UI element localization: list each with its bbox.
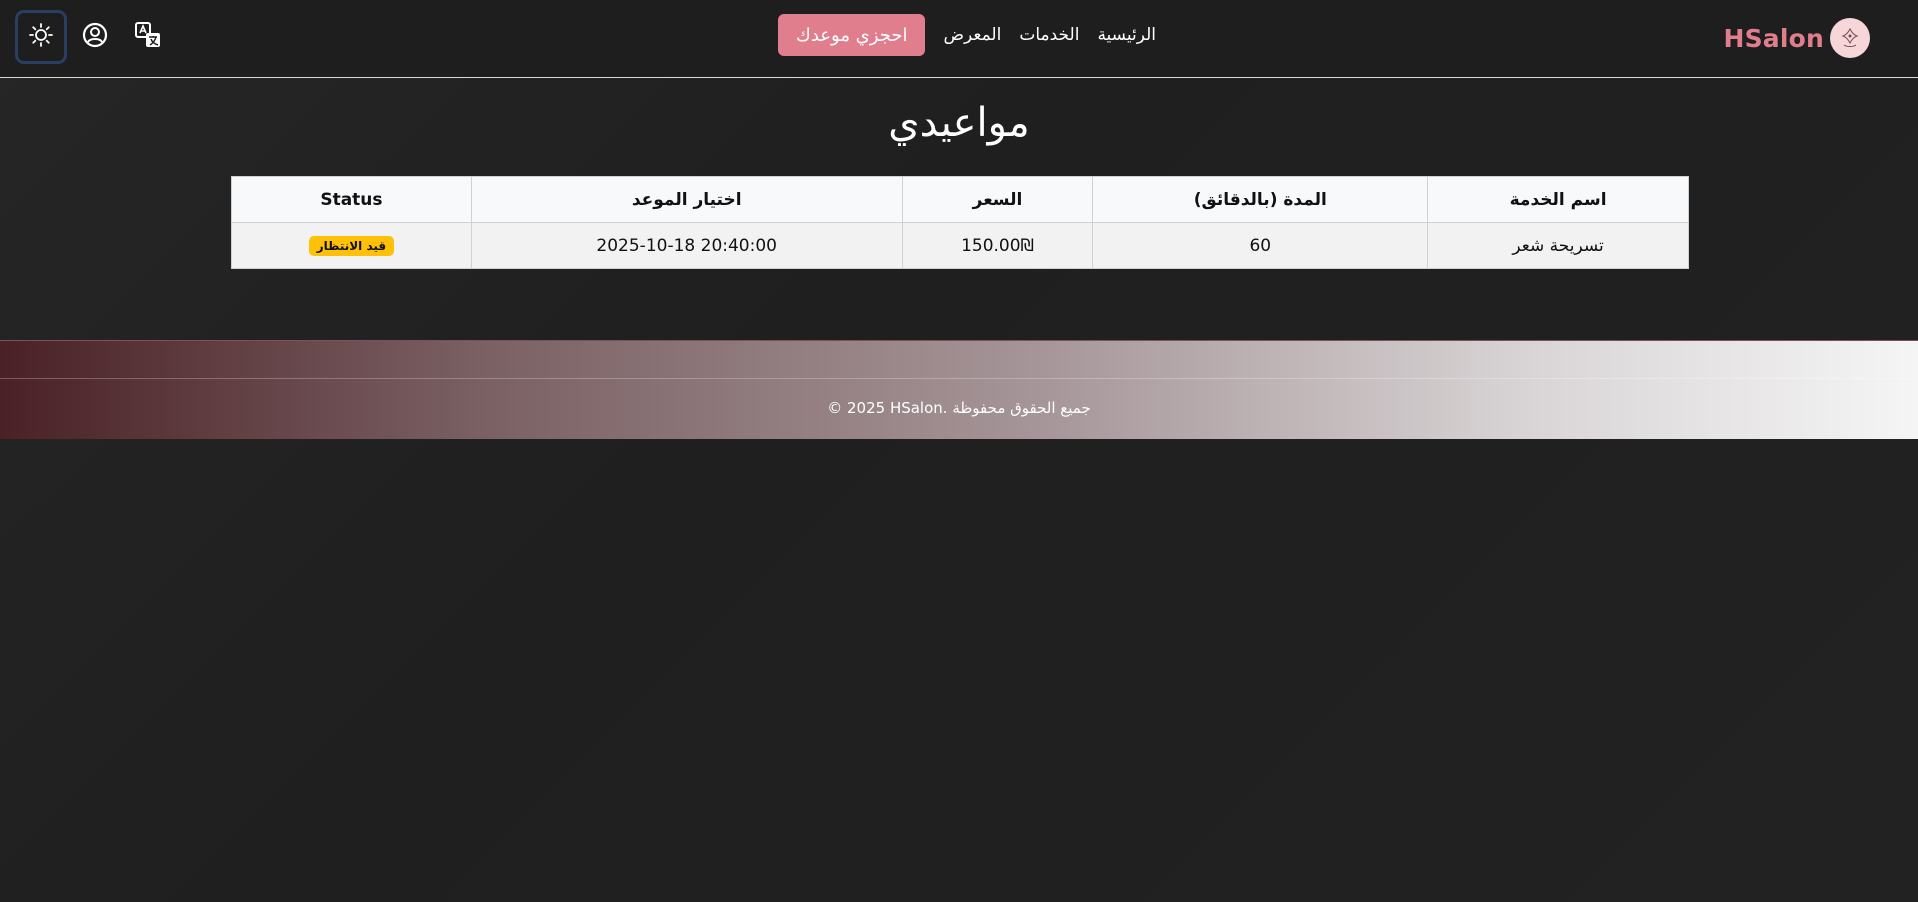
- user-circle-icon[interactable]: [80, 20, 110, 50]
- salon-logo-icon[interactable]: [1830, 18, 1870, 58]
- book-appointment-button[interactable]: احجزي موعدك: [778, 14, 926, 56]
- cell-status: قيد الانتظار: [231, 222, 472, 269]
- brand[interactable]: HSalon: [1723, 18, 1870, 58]
- nav-link-services[interactable]: الخدمات: [1019, 25, 1079, 45]
- header-status: Status: [231, 176, 472, 223]
- table-header-row: اسم الخدمة المدة (بالدقائق) السعر اختيار…: [231, 176, 1689, 223]
- sun-icon: [28, 22, 54, 52]
- header-appointment-time: اختيار الموعد: [470, 176, 903, 223]
- cell-duration: 60: [1092, 222, 1429, 269]
- nav-link-gallery[interactable]: المعرض: [943, 25, 1001, 45]
- translate-icon[interactable]: [133, 20, 163, 50]
- status-badge: قيد الانتظار: [308, 236, 395, 256]
- footer-copyright: © 2025 HSalon. جميع الحقوق محفوظة: [827, 399, 1091, 417]
- theme-toggle-button[interactable]: [15, 10, 67, 64]
- cell-price: 150.00₪: [901, 222, 1094, 269]
- footer: © 2025 HSalon. جميع الحقوق محفوظة: [0, 340, 1918, 439]
- header-duration: المدة (بالدقائق): [1092, 176, 1429, 223]
- footer-divider: [0, 378, 1918, 379]
- brand-name[interactable]: HSalon: [1723, 24, 1824, 53]
- cell-service-name: تسريحة شعر: [1427, 222, 1689, 269]
- appointments-table: اسم الخدمة المدة (بالدقائق) السعر اختيار…: [231, 176, 1689, 269]
- navbar: HSalon الرئيسية الخدمات المعرض احجزي موع…: [0, 0, 1918, 78]
- page-title: مواعيدي: [888, 100, 1030, 146]
- cell-appointment-time: 2025-10-18 20:40:00: [470, 222, 903, 269]
- table-row: تسريحة شعر 60 150.00₪ 2025-10-18 20:40:0…: [231, 222, 1689, 269]
- header-price: السعر: [901, 176, 1094, 223]
- header-service-name: اسم الخدمة: [1427, 176, 1689, 223]
- main-nav: الرئيسية الخدمات المعرض احجزي موعدك: [770, 14, 1156, 56]
- nav-link-home[interactable]: الرئيسية: [1097, 25, 1156, 45]
